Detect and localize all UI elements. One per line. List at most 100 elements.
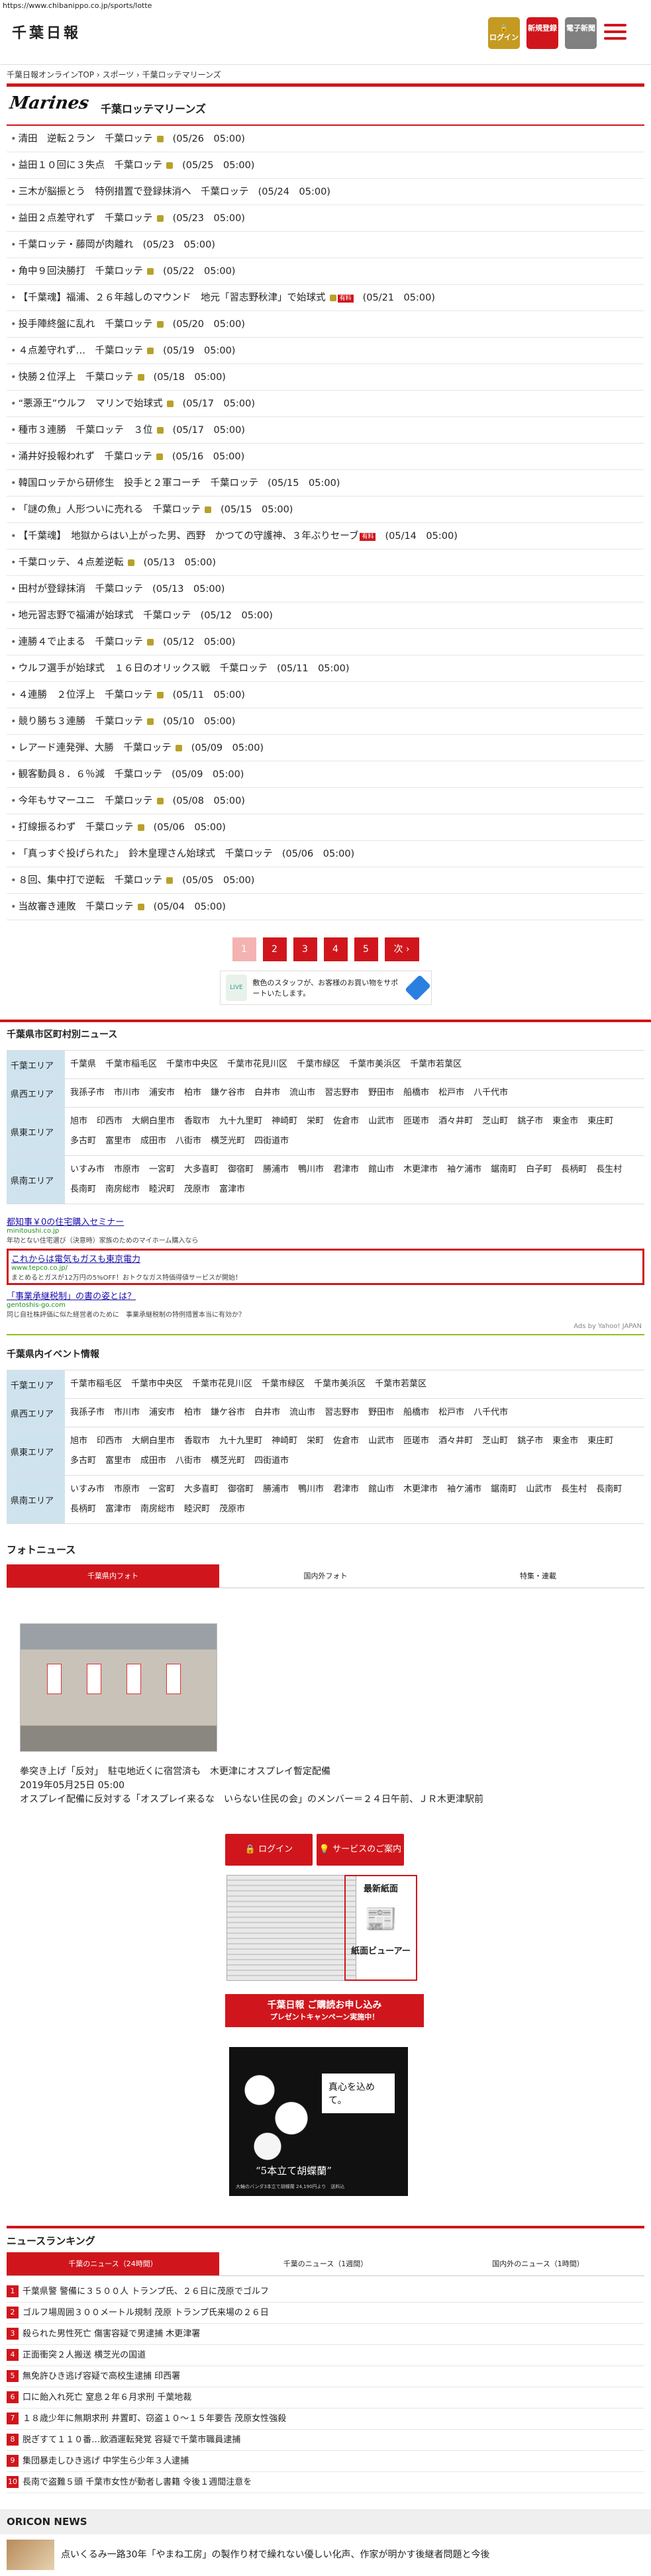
area-link[interactable]: 木更津市 [403,1480,438,1500]
area-link[interactable]: 袖ケ浦市 [447,1480,481,1500]
login-button[interactable]: 🔒 ログイン [488,17,520,49]
orchid-ad[interactable]: 真心を込めて。 “5本立て胡蝶蘭” 大輪のバンダ3本立て胡蝶蘭 24,190円よ… [229,2047,408,2196]
area-link[interactable]: 南房総市 [140,1500,175,1519]
area-link[interactable]: 長南町 [596,1480,622,1500]
menu-icon[interactable] [604,24,626,41]
area-link[interactable]: 九十九里町 [219,1431,262,1451]
area-link[interactable]: 市原市 [114,1480,140,1500]
ad-banner[interactable]: LIVE 敷色のスタッフが、お客様のお買い物をサポートいたします。 [219,971,432,1005]
ranking-item[interactable]: 7 １８歳少年に無期求刑 井置町、窃盗１０〜１５年要告 茂原女性強殺 [7,2409,644,2430]
tab-chiba-photo[interactable]: 千葉県内フォト [7,1564,219,1588]
area-link[interactable]: 千葉市中央区 [131,1374,183,1394]
area-link[interactable]: 富里市 [105,1451,131,1471]
news-item[interactable]: • 快勝２位浮上 千葉ロッテ (05/18 05:00) [7,364,644,391]
area-link[interactable]: 匝瑳市 [403,1112,429,1131]
area-link[interactable]: 九十九里町 [219,1112,262,1131]
news-item[interactable]: • 地元習志野で福浦が始球式 千葉ロッテ (05/12 05:00) [7,602,644,629]
area-link[interactable]: 千葉市緑区 [297,1055,340,1074]
area-link[interactable]: 香取市 [184,1112,210,1131]
area-link[interactable]: いすみ市 [70,1160,105,1180]
area-link[interactable]: 睦沢町 [184,1500,210,1519]
area-link[interactable]: 鋸南町 [491,1480,517,1500]
next-page-button[interactable]: 次 › [384,937,419,961]
area-link[interactable]: 東金市 [552,1431,578,1451]
area-link[interactable]: 鴨川市 [298,1160,324,1180]
area-link[interactable]: 多古町 [70,1131,96,1151]
area-link[interactable]: 睦沢町 [149,1180,175,1200]
area-link[interactable]: 流山市 [289,1403,315,1423]
area-link[interactable]: 我孫子市 [70,1403,105,1423]
area-link[interactable]: 習志野市 [325,1403,359,1423]
area-link[interactable]: 八千代市 [474,1403,508,1423]
news-item[interactable]: • 種市３連勝 千葉ロッテ ３位 (05/17 05:00) [7,417,644,444]
area-link[interactable]: 栄町 [307,1112,324,1131]
text-ad[interactable]: 「事業承継税制」の書の姿とは？ gentoshis-go.com 同じ自社株評価に似… [7,1289,644,1319]
tab-chiba-week[interactable]: 千葉のニュース（1週間） [219,2252,432,2276]
area-link[interactable]: 柏市 [184,1403,201,1423]
area-link[interactable]: 船橋市 [403,1083,429,1103]
area-link[interactable]: 長柄町 [70,1500,96,1519]
area-link[interactable]: 千葉市花見川区 [192,1374,252,1394]
area-link[interactable]: 山武市 [368,1112,394,1131]
area-link[interactable]: 木更津市 [403,1160,438,1180]
news-item[interactable]: • 益田２点差守れず 千葉ロッテ (05/23 05:00) [7,205,644,232]
area-link[interactable]: 神崎町 [272,1431,297,1451]
area-link[interactable]: 銚子市 [517,1112,543,1131]
area-link[interactable]: 船橋市 [403,1403,429,1423]
area-link[interactable]: 横芝光町 [211,1451,245,1471]
area-link[interactable]: 松戸市 [438,1403,464,1423]
ranking-item[interactable]: 4 正面衝突２人搬送 横芝光の国道 [7,2345,644,2366]
tab-features[interactable]: 特集・連載 [432,1564,644,1588]
area-link[interactable]: 匝瑳市 [403,1431,429,1451]
news-item[interactable]: • 「謎の魚」人形ついに売れる 千葉ロッテ (05/15 05:00) [7,497,644,523]
area-link[interactable]: 勝浦市 [263,1480,289,1500]
ranking-item[interactable]: 8 脱ぎすて１１０番…飲酒運転発覚 容疑で千葉市職員逮捕 [7,2430,644,2451]
area-link[interactable]: 千葉県 [70,1055,96,1074]
area-link[interactable]: 栄町 [307,1431,324,1451]
area-link[interactable]: 四街道市 [254,1451,289,1471]
news-item[interactable]: • 今年もサマーユニ 千葉ロッテ (05/08 05:00) [7,788,644,814]
area-link[interactable]: 大網白里市 [132,1431,175,1451]
tab-chiba-24h[interactable]: 千葉のニュース（24時間） [7,2252,219,2276]
page-button[interactable]: 5 [354,937,378,961]
area-link[interactable]: 長柄町 [561,1160,587,1180]
area-link[interactable]: 東庄町 [587,1112,613,1131]
promo-login-button[interactable]: 🔒 ログイン [225,1834,313,1866]
ranking-item[interactable]: 2 ゴルフ場周囲３００メートル規制 茂原 トランプ氏来場の２６日 [7,2303,644,2324]
ad-title[interactable]: 都知事￥0の住宅購入セミナー [7,1215,644,1227]
area-link[interactable]: 東庄町 [587,1431,613,1451]
area-link[interactable]: 酒々井町 [438,1431,473,1451]
area-link[interactable]: 印西市 [97,1112,123,1131]
area-link[interactable]: 神崎町 [272,1112,297,1131]
area-link[interactable]: 流山市 [289,1083,315,1103]
news-item[interactable]: • ８回、集中打で逆転 千葉ロッテ (05/05 05:00) [7,867,644,894]
area-link[interactable]: 茂原市 [219,1500,245,1519]
area-link[interactable]: 館山市 [368,1480,394,1500]
area-link[interactable]: 八街市 [175,1451,201,1471]
area-link[interactable]: 大多喜町 [184,1160,219,1180]
news-item[interactable]: • レアード連発弾、大勝 千葉ロッテ (05/09 05:00) [7,735,644,761]
area-link[interactable]: 銚子市 [517,1431,543,1451]
text-ad[interactable]: これからは電気もガスも東京電力 www.tepco.co.jp/まとめるとガスが1… [7,1249,644,1285]
ranking-item[interactable]: 1 千葉県警 警備に３５００人 トランプ氏、２６日に茂原でゴルフ [7,2281,644,2303]
news-item[interactable]: • 千葉ロッテ・藤岡が肉離れ (05/23 05:00) [7,232,644,258]
page-button[interactable]: 3 [293,937,317,961]
area-link[interactable]: 富里市 [105,1131,131,1151]
area-link[interactable]: 館山市 [368,1160,394,1180]
ranking-item[interactable]: 6 口に飴入れ死亡 窒息２年６月求刑 千葉地裁 [7,2387,644,2409]
area-link[interactable]: 浦安市 [149,1083,175,1103]
area-link[interactable]: 野田市 [368,1403,394,1423]
area-link[interactable]: 長南町 [70,1180,96,1200]
area-link[interactable]: 白子町 [526,1160,552,1180]
news-item[interactable]: • 角中９回決勝打 千葉ロッテ (05/22 05:00) [7,258,644,285]
area-link[interactable]: 千葉市美浜区 [314,1374,366,1394]
news-photo[interactable] [20,1623,217,1752]
area-link[interactable]: 成田市 [140,1131,166,1151]
area-link[interactable]: 市原市 [114,1160,140,1180]
service-guide-button[interactable]: 💡 サービスのご案内 [317,1834,404,1866]
area-link[interactable]: 君津市 [333,1480,359,1500]
area-link[interactable]: 鋸南町 [491,1160,517,1180]
area-link[interactable]: 大多喜町 [184,1480,219,1500]
news-item[interactable]: • 「真っすぐ投げられた」 鈴木皇理さん始球式 千葉ロッテ (05/06 05:00… [7,841,644,867]
news-item[interactable]: • 益田１０回に３失点 千葉ロッテ (05/25 05:00) [7,152,644,179]
